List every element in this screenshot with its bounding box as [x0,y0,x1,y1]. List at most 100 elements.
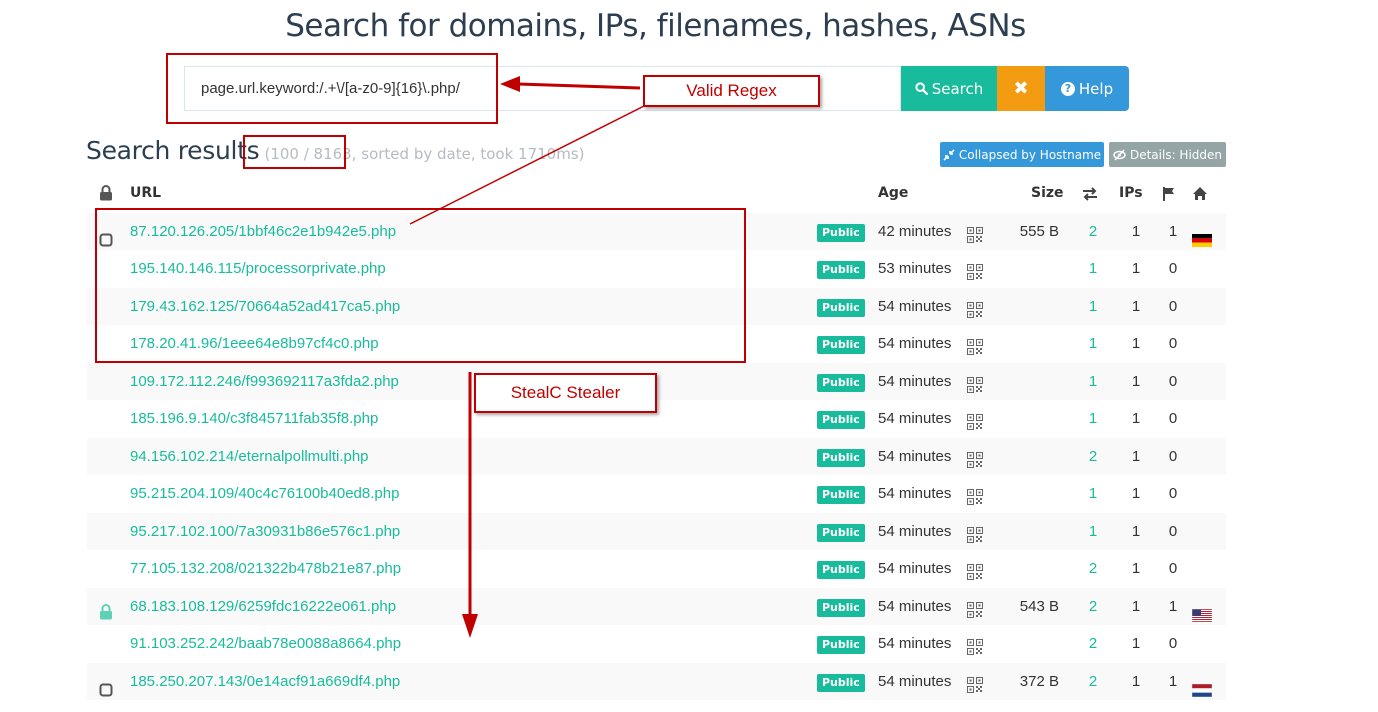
details-toggle-button[interactable]: Details: Hidden [1109,142,1226,167]
result-url-link[interactable]: 109.172.112.246/f993692117a3fda2.php [130,363,399,400]
public-badge: Public [817,449,865,467]
qr-code-icon[interactable] [967,296,983,318]
qr-code-icon[interactable] [967,558,983,580]
size-value [997,550,1059,587]
url-column-header[interactable]: URL [130,185,161,201]
redirects-count-link[interactable]: 2 [1087,438,1099,475]
flags-count: 0 [1168,260,1178,277]
ips-count: 1 [1131,560,1141,577]
result-url-link[interactable]: 185.250.207.143/0e14acf91a669df4.php [130,663,400,700]
compress-icon [943,148,955,161]
result-url-link[interactable]: 77.105.132.208/021322b478b21e87.php [130,550,401,587]
ips-count: 1 [1131,485,1141,502]
result-url-link[interactable]: 95.217.102.100/7a30931b86e576c1.php [130,513,400,550]
qr-code-icon[interactable] [967,446,983,468]
redirects-count-link[interactable]: 2 [1087,550,1099,587]
public-badge: Public [817,374,865,392]
search-icon [915,82,928,95]
flags-count: 0 [1168,298,1178,315]
redirects-count-link[interactable]: 1 [1087,250,1099,287]
public-badge: Public [817,561,865,579]
flags-count: 0 [1168,635,1178,652]
redirects-header-icon [1082,186,1098,205]
help-button[interactable]: ? Help [1045,66,1129,111]
redirects-count-link[interactable]: 1 [1087,513,1099,550]
size-value [997,513,1059,550]
redirects-count-link[interactable]: 1 [1087,475,1099,512]
clear-button[interactable]: ✖ [997,66,1045,111]
qr-code-icon[interactable] [967,333,983,355]
size-value [997,288,1059,325]
age-value: 53 minutes [878,260,952,277]
table-row: 77.105.132.208/021322b478b21e87.php Publi… [87,550,1226,587]
public-badge: Public [817,411,865,429]
flags-count: 1 [1168,673,1178,690]
ips-count: 1 [1131,410,1141,427]
table-row: 68.183.108.129/6259fdc16222e061.php Publi… [87,588,1226,625]
qr-code-icon[interactable] [967,371,983,393]
result-url-link[interactable]: 94.156.102.214/eternalpollmulti.php [130,438,369,475]
qr-code-icon[interactable] [967,258,983,280]
collapsed-by-hostname-button[interactable]: Collapsed by Hostname [940,142,1104,167]
size-column-header[interactable]: Size [1031,185,1064,201]
table-row: 91.103.252.242/baab78e0088a8664.php Publi… [87,625,1226,662]
result-url-link[interactable]: 91.103.252.242/baab78e0088a8664.php [130,625,401,662]
age-value: 54 minutes [878,523,952,540]
public-badge: Public [817,674,865,692]
redirects-count-link[interactable]: 1 [1087,325,1099,362]
redirects-count-link[interactable]: 2 [1087,213,1099,250]
eye-slash-icon [1113,148,1126,161]
age-value: 54 minutes [878,335,952,352]
age-value: 42 minutes [878,223,952,240]
flags-count: 0 [1168,485,1178,502]
stealc-stealer-label: StealC Stealer [474,373,657,413]
lock-header-icon [99,185,113,205]
size-value [997,363,1059,400]
qr-code-icon[interactable] [967,521,983,543]
public-badge: Public [817,299,865,317]
age-value: 54 minutes [878,635,952,652]
size-value: 555 B [1019,223,1059,240]
redirects-count-link[interactable]: 2 [1087,588,1099,625]
ips-column-header[interactable]: IPs [1119,185,1143,201]
public-badge: Public [817,224,865,242]
public-badge: Public [817,599,865,617]
age-value: 54 minutes [878,673,952,690]
secure-lock-icon [99,598,113,620]
flags-count: 0 [1168,560,1178,577]
ips-count: 1 [1131,635,1141,652]
qr-code-icon[interactable] [967,408,983,430]
flags-count: 0 [1168,335,1178,352]
ips-count: 1 [1131,373,1141,390]
redirects-count-link[interactable]: 2 [1087,663,1099,700]
question-icon: ? [1060,81,1075,96]
redirects-count-link[interactable]: 2 [1087,625,1099,662]
redirects-count-link[interactable]: 1 [1087,288,1099,325]
results-title: Search results [86,136,260,165]
result-url-link[interactable]: 95.215.204.109/40c4c76100b40ed8.php [130,475,399,512]
ips-count: 1 [1131,298,1141,315]
qr-code-icon[interactable] [967,671,983,693]
age-value: 54 minutes [878,410,952,427]
qr-code-icon[interactable] [967,633,983,655]
age-column-header[interactable]: Age [878,185,908,201]
search-button[interactable]: Search [901,66,997,111]
flag-header-icon [1162,186,1176,205]
age-value: 54 minutes [878,448,952,465]
redirects-count-link[interactable]: 1 [1087,363,1099,400]
flags-count: 0 [1168,523,1178,540]
result-url-link[interactable]: 185.196.9.140/c3f845711fab35f8.php [130,400,378,437]
collapsed-label: Collapsed by Hostname [958,147,1102,162]
qr-code-icon[interactable] [967,221,983,243]
age-value: 54 minutes [878,373,952,390]
flags-count: 0 [1168,448,1178,465]
qr-code-icon[interactable] [967,483,983,505]
age-value: 54 minutes [878,598,952,615]
germany-flag-icon [1192,225,1212,247]
qr-code-icon[interactable] [967,596,983,618]
ips-count: 1 [1131,223,1141,240]
size-value [997,625,1059,662]
redirects-count-link[interactable]: 1 [1087,400,1099,437]
result-url-link[interactable]: 68.183.108.129/6259fdc16222e061.php [130,588,396,625]
public-badge: Public [817,524,865,542]
